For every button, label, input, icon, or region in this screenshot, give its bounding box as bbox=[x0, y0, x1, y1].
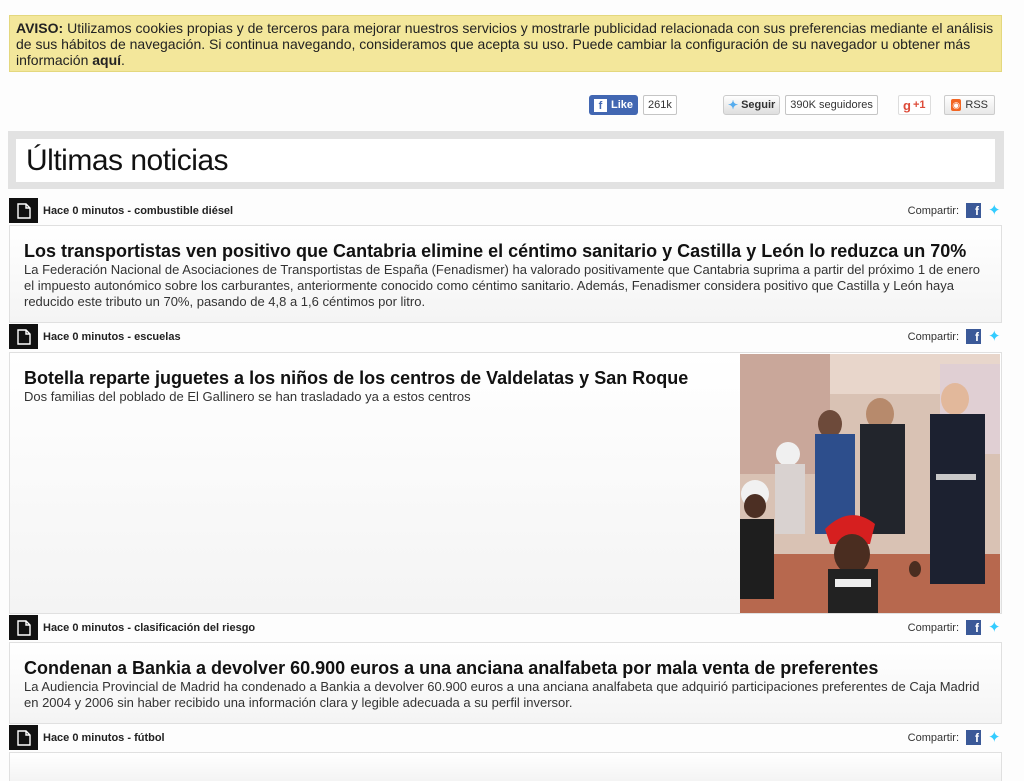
cookie-notice-text: Utilizamos cookies propias y de terceros… bbox=[16, 20, 994, 68]
article-meta-bar: Hace 0 minutos - fútbol Compartir: f ✦ bbox=[9, 725, 1003, 750]
section-title: Últimas noticias bbox=[16, 139, 995, 182]
article-title[interactable]: Los transportistas ven positivo que Cant… bbox=[24, 240, 987, 262]
rss-label: RSS bbox=[965, 99, 988, 111]
cookie-more-info-link[interactable]: aquí bbox=[92, 52, 121, 68]
share-label: Compartir: bbox=[907, 621, 959, 634]
facebook-share-icon[interactable]: f bbox=[966, 730, 981, 745]
document-icon bbox=[9, 198, 38, 223]
google-plus-button[interactable]: g +1 bbox=[898, 95, 931, 115]
google-plus-label: +1 bbox=[912, 99, 926, 111]
twitter-bird-icon: ✦ bbox=[728, 98, 739, 112]
twitter-share-icon[interactable]: ✦ bbox=[988, 730, 1003, 745]
section-header: Últimas noticias bbox=[8, 131, 1004, 189]
twitter-share-icon[interactable]: ✦ bbox=[988, 203, 1003, 218]
document-icon bbox=[9, 615, 38, 640]
twitter-share-icon[interactable]: ✦ bbox=[988, 329, 1003, 344]
facebook-share-icon[interactable]: f bbox=[966, 203, 981, 218]
share-controls: Compartir: f ✦ bbox=[908, 329, 1003, 344]
article-card[interactable]: Los transportistas ven positivo que Cant… bbox=[9, 225, 1002, 323]
article-card[interactable]: Botella reparte juguetes a los niños de … bbox=[9, 352, 1002, 614]
twitter-follow-label: Seguir bbox=[741, 99, 776, 111]
share-controls: Compartir: f ✦ bbox=[908, 203, 1003, 218]
share-controls: Compartir: f ✦ bbox=[908, 620, 1003, 635]
facebook-share-icon[interactable]: f bbox=[966, 329, 981, 344]
facebook-like-label: Like bbox=[611, 99, 634, 111]
facebook-icon: f bbox=[594, 98, 607, 112]
twitter-follow-widget: ✦ Seguir 390K seguidores bbox=[723, 95, 878, 115]
facebook-share-icon[interactable]: f bbox=[966, 620, 981, 635]
cookie-notice-label: AVISO: bbox=[16, 20, 64, 36]
article-card[interactable] bbox=[9, 752, 1002, 781]
google-plus-icon: g bbox=[903, 97, 911, 113]
article-meta-text: Hace 0 minutos - escuelas bbox=[43, 330, 181, 343]
facebook-like-widget: f Like 261k bbox=[589, 95, 677, 115]
article-photo[interactable] bbox=[740, 354, 1000, 613]
facebook-like-button[interactable]: f Like bbox=[589, 95, 639, 115]
twitter-follower-count: 390K seguidores bbox=[785, 95, 878, 115]
share-label: Compartir: bbox=[907, 330, 959, 343]
rss-icon: ◉ bbox=[951, 99, 962, 111]
article-meta-bar: Hace 0 minutos - combustible diésel Comp… bbox=[9, 198, 1003, 223]
article-meta-bar: Hace 0 minutos - clasificación del riesg… bbox=[9, 615, 1003, 640]
share-label: Compartir: bbox=[907, 204, 959, 217]
rss-button[interactable]: ◉ RSS bbox=[944, 95, 995, 115]
share-controls: Compartir: f ✦ bbox=[908, 730, 1003, 745]
article-card[interactable]: Condenan a Bankia a devolver 60.900 euro… bbox=[9, 642, 1002, 724]
article-meta-text: Hace 0 minutos - combustible diésel bbox=[43, 204, 234, 217]
document-icon bbox=[9, 324, 38, 349]
document-icon bbox=[9, 725, 38, 750]
twitter-follow-button[interactable]: ✦ Seguir bbox=[723, 95, 781, 115]
article-title[interactable]: Condenan a Bankia a devolver 60.900 euro… bbox=[24, 657, 987, 679]
article-meta-bar: Hace 0 minutos - escuelas Compartir: f ✦ bbox=[9, 324, 1003, 349]
facebook-like-count: 261k bbox=[643, 95, 677, 115]
article-meta-text: Hace 0 minutos - fútbol bbox=[43, 731, 165, 744]
cookie-notice: AVISO: Utilizamos cookies propias y de t… bbox=[9, 15, 1002, 72]
article-meta-text: Hace 0 minutos - clasificación del riesg… bbox=[43, 621, 256, 634]
twitter-share-icon[interactable]: ✦ bbox=[988, 620, 1003, 635]
article-summary: La Audiencia Provincial de Madrid ha con… bbox=[24, 679, 980, 710]
cookie-notice-period: . bbox=[121, 52, 125, 68]
article-summary: La Federación Nacional de Asociaciones d… bbox=[24, 262, 981, 309]
share-label: Compartir: bbox=[907, 731, 959, 744]
